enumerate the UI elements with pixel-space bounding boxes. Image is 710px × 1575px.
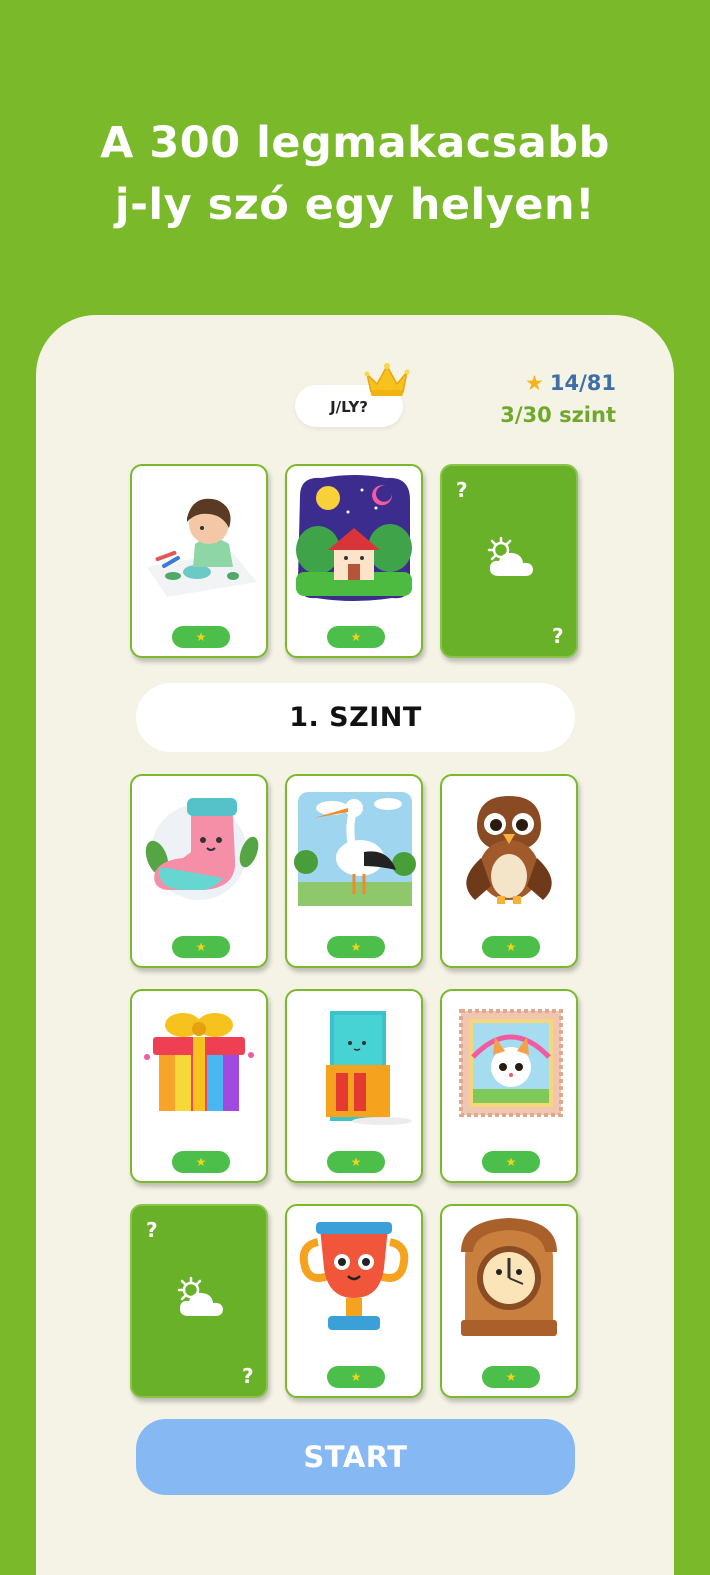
star-icon: ★ xyxy=(505,1155,517,1169)
question-mark: ? xyxy=(146,1218,158,1242)
word-card-door[interactable]: ★ xyxy=(285,989,423,1183)
door-picture xyxy=(292,997,416,1127)
boy-drawing-picture xyxy=(137,472,261,602)
hawk-picture xyxy=(447,782,571,912)
word-card-gift[interactable]: ★ xyxy=(130,989,268,1183)
question-mark: ? xyxy=(242,1364,254,1388)
star-icon: ★ xyxy=(525,371,544,395)
headline: A 300 legmakacsabb j-ly szó egy helyen! xyxy=(0,112,710,236)
postage-stamp-picture xyxy=(447,997,571,1127)
star-pill: ★ xyxy=(482,1151,540,1173)
star-icon: ★ xyxy=(195,630,207,644)
star-pill: ★ xyxy=(172,936,230,958)
locked-card[interactable]: ? ? xyxy=(130,1204,268,1398)
gift-box-picture xyxy=(137,997,261,1127)
word-card-boy-drawing[interactable]: ★ xyxy=(130,464,268,658)
headline-line-1: A 300 legmakacsabb xyxy=(100,118,610,168)
star-icon: ★ xyxy=(350,1370,362,1384)
word-card-stamp[interactable]: ★ xyxy=(440,989,578,1183)
star-icon: ★ xyxy=(505,940,517,954)
stork-picture xyxy=(294,792,416,906)
star-pill: ★ xyxy=(327,936,385,958)
level-banner-label: 1. SZINT xyxy=(289,702,422,733)
star-icon: ★ xyxy=(350,630,362,644)
star-pill: ★ xyxy=(482,936,540,958)
word-card-clock[interactable]: ★ xyxy=(440,1204,578,1398)
weather-icon xyxy=(487,536,533,576)
star-icon: ★ xyxy=(195,940,207,954)
weather-icon xyxy=(177,1276,223,1316)
word-card-house-night[interactable]: ★ xyxy=(285,464,423,658)
question-mark: ? xyxy=(552,624,564,648)
word-card-sock[interactable]: ★ xyxy=(130,774,268,968)
star-pill: ★ xyxy=(482,1366,540,1388)
stars-count: 14/81 xyxy=(549,371,616,395)
star-icon: ★ xyxy=(350,1155,362,1169)
trophy-picture xyxy=(292,1212,416,1342)
star-icon: ★ xyxy=(350,940,362,954)
star-pill: ★ xyxy=(327,626,385,648)
star-pill: ★ xyxy=(172,626,230,648)
word-card-stork[interactable]: ★ xyxy=(285,774,423,968)
star-pill: ★ xyxy=(327,1366,385,1388)
star-icon: ★ xyxy=(505,1370,517,1384)
word-card-hawk[interactable]: ★ xyxy=(440,774,578,968)
star-pill: ★ xyxy=(327,1151,385,1173)
locked-card[interactable]: ? ? xyxy=(440,464,578,658)
sock-picture xyxy=(145,798,259,900)
grandfather-clock-picture xyxy=(447,1212,571,1342)
question-mark: ? xyxy=(456,478,468,502)
stars-count-row: ★ 14/81 xyxy=(500,368,616,398)
level-banner: 1. SZINT xyxy=(136,683,575,752)
headline-line-2: j-ly szó egy helyen! xyxy=(114,180,596,230)
crown-icon xyxy=(364,363,410,396)
progress-stats: ★ 14/81 3/30 szint xyxy=(500,368,616,432)
star-pill: ★ xyxy=(172,1151,230,1173)
start-button[interactable]: START xyxy=(136,1419,575,1495)
level-count: 3/30 szint xyxy=(500,403,616,427)
word-card-trophy[interactable]: ★ xyxy=(285,1204,423,1398)
star-icon: ★ xyxy=(195,1155,207,1169)
house-night-picture xyxy=(296,475,412,601)
